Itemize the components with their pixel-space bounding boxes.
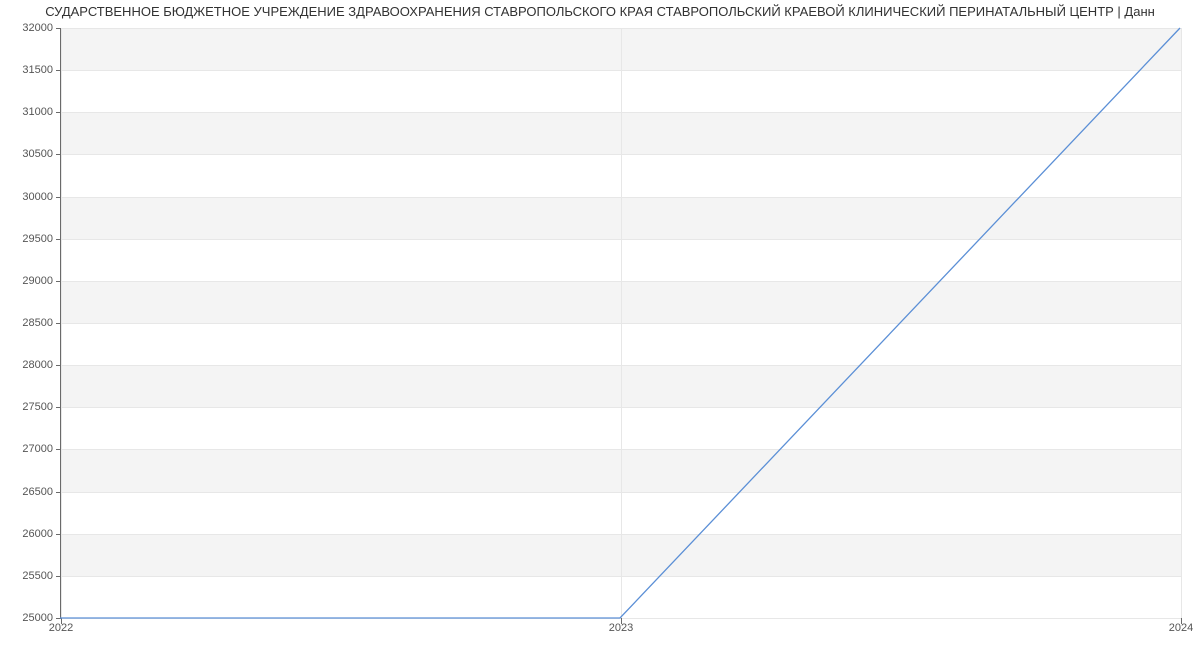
y-tick-label: 28500 [3, 317, 53, 329]
y-tick-label: 29000 [3, 275, 53, 287]
y-tick-label: 30500 [3, 148, 53, 160]
y-tick-label: 31000 [3, 106, 53, 118]
y-tick-label: 30000 [3, 191, 53, 203]
y-tick-label: 27500 [3, 401, 53, 413]
x-tick-label: 2023 [609, 622, 633, 634]
y-tick-label: 26000 [3, 528, 53, 540]
y-tick-label: 31500 [3, 64, 53, 76]
chart-title: СУДАРСТВЕННОЕ БЮДЖЕТНОЕ УЧРЕЖДЕНИЕ ЗДРАВ… [0, 0, 1200, 24]
plot-area: 2500025500260002650027000275002800028500… [60, 28, 1180, 618]
x-tick-label: 2022 [49, 622, 73, 634]
y-tick-label: 25000 [3, 612, 53, 624]
y-tick-label: 32000 [3, 22, 53, 34]
x-tick-label: 2024 [1169, 622, 1193, 634]
y-tick-label: 25500 [3, 570, 53, 582]
y-tick-label: 29500 [3, 233, 53, 245]
data-line [60, 28, 1180, 618]
y-tick-label: 27000 [3, 443, 53, 455]
y-tick-label: 28000 [3, 359, 53, 371]
x-gridline [1181, 28, 1182, 618]
y-tick-label: 26500 [3, 486, 53, 498]
